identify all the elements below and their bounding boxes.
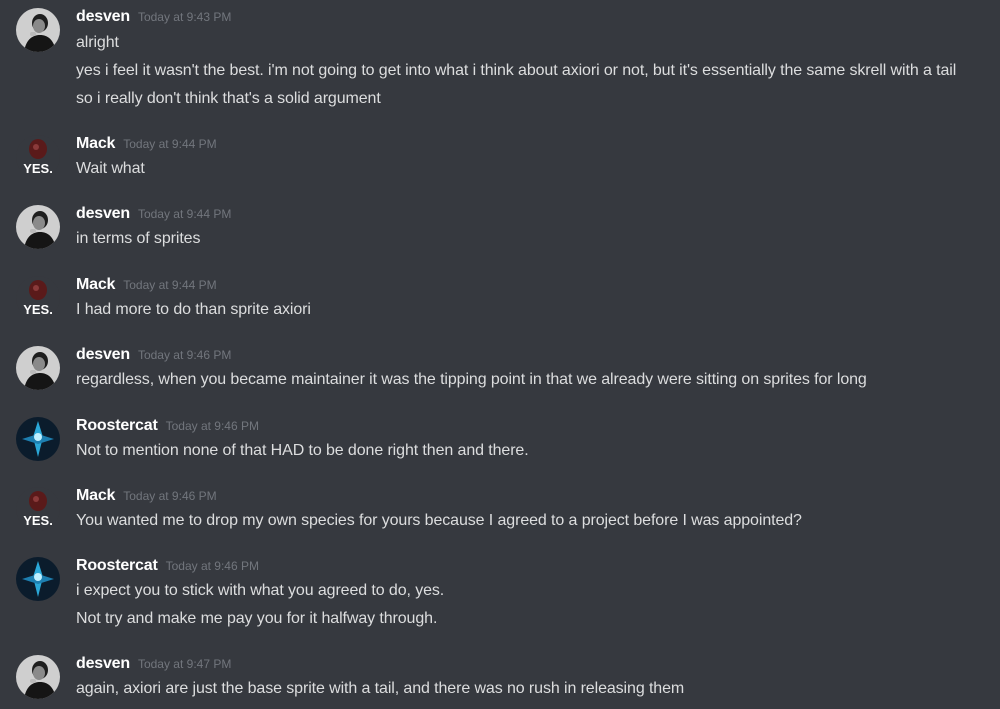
message-header: desven Today at 9:43 PM bbox=[76, 8, 231, 30]
timestamp: Today at 9:46 PM bbox=[165, 419, 259, 433]
message-text: yes i feel it wasn't the best. i'm not g… bbox=[76, 62, 957, 79]
username[interactable]: desven bbox=[76, 346, 130, 363]
message-text: i expect you to stick with what you agre… bbox=[76, 582, 445, 599]
message-text: Not try and make me pay you for it halfw… bbox=[76, 610, 438, 627]
timestamp: Today at 9:44 PM bbox=[123, 137, 217, 151]
message-header: Roostercat Today at 9:46 PM bbox=[76, 417, 259, 439]
username[interactable]: desven bbox=[76, 205, 130, 222]
roostercat-avatar-icon[interactable] bbox=[16, 417, 60, 461]
message-text: again, axiori are just the base sprite w… bbox=[76, 680, 685, 697]
message-header: Mack Today at 9:46 PM bbox=[76, 487, 217, 509]
timestamp: Today at 9:46 PM bbox=[165, 559, 259, 573]
message-header: desven Today at 9:47 PM bbox=[76, 655, 231, 677]
desven-avatar-icon[interactable] bbox=[16, 8, 60, 52]
message-text: so i really don't think that's a solid a… bbox=[76, 90, 381, 107]
message-text: Not to mention none of that HAD to be do… bbox=[76, 442, 529, 459]
timestamp: Today at 9:46 PM bbox=[137, 348, 232, 362]
mack-avatar-icon[interactable]: YES. bbox=[16, 135, 60, 179]
message-header: desven Today at 9:44 PM bbox=[76, 205, 231, 227]
username[interactable]: Mack bbox=[76, 135, 115, 152]
desven-avatar-icon[interactable] bbox=[16, 205, 60, 249]
timestamp: Today at 9:43 PM bbox=[137, 10, 232, 24]
mack-avatar-icon[interactable]: YES. bbox=[16, 487, 60, 531]
message-text: You wanted me to drop my own species for… bbox=[76, 512, 802, 529]
message-header: Mack Today at 9:44 PM bbox=[76, 135, 217, 157]
desven-avatar-icon[interactable] bbox=[16, 655, 60, 699]
message-text: regardless, when you became maintainer i… bbox=[76, 371, 867, 388]
timestamp: Today at 9:44 PM bbox=[123, 278, 217, 292]
timestamp: Today at 9:47 PM bbox=[137, 657, 232, 671]
username[interactable]: Roostercat bbox=[76, 417, 158, 434]
mack-avatar-icon[interactable]: YES. bbox=[16, 276, 60, 320]
message-header: Mack Today at 9:44 PM bbox=[76, 276, 217, 298]
mack-avatar-text: YES. bbox=[23, 513, 53, 528]
username[interactable]: Roostercat bbox=[76, 557, 158, 574]
message-text: alright bbox=[76, 34, 119, 51]
message-text: I had more to do than sprite axiori bbox=[76, 301, 311, 318]
timestamp: Today at 9:46 PM bbox=[123, 489, 217, 503]
username[interactable]: desven bbox=[76, 8, 130, 25]
desven-avatar-icon[interactable] bbox=[16, 346, 60, 390]
mack-avatar-text: YES. bbox=[23, 302, 53, 317]
roostercat-avatar-icon[interactable] bbox=[16, 557, 60, 601]
message-header: desven Today at 9:46 PM bbox=[76, 346, 231, 368]
username[interactable]: Mack bbox=[76, 276, 115, 293]
message-list: desven Today at 9:43 PM alright yes i fee… bbox=[0, 0, 1000, 709]
username[interactable]: Mack bbox=[76, 487, 115, 504]
mack-avatar-text: YES. bbox=[23, 161, 53, 176]
message-header: Roostercat Today at 9:46 PM bbox=[76, 557, 259, 579]
message-text: Wait what bbox=[76, 160, 145, 177]
username[interactable]: desven bbox=[76, 655, 130, 672]
timestamp: Today at 9:44 PM bbox=[137, 207, 232, 221]
message-text: in terms of sprites bbox=[76, 230, 201, 247]
